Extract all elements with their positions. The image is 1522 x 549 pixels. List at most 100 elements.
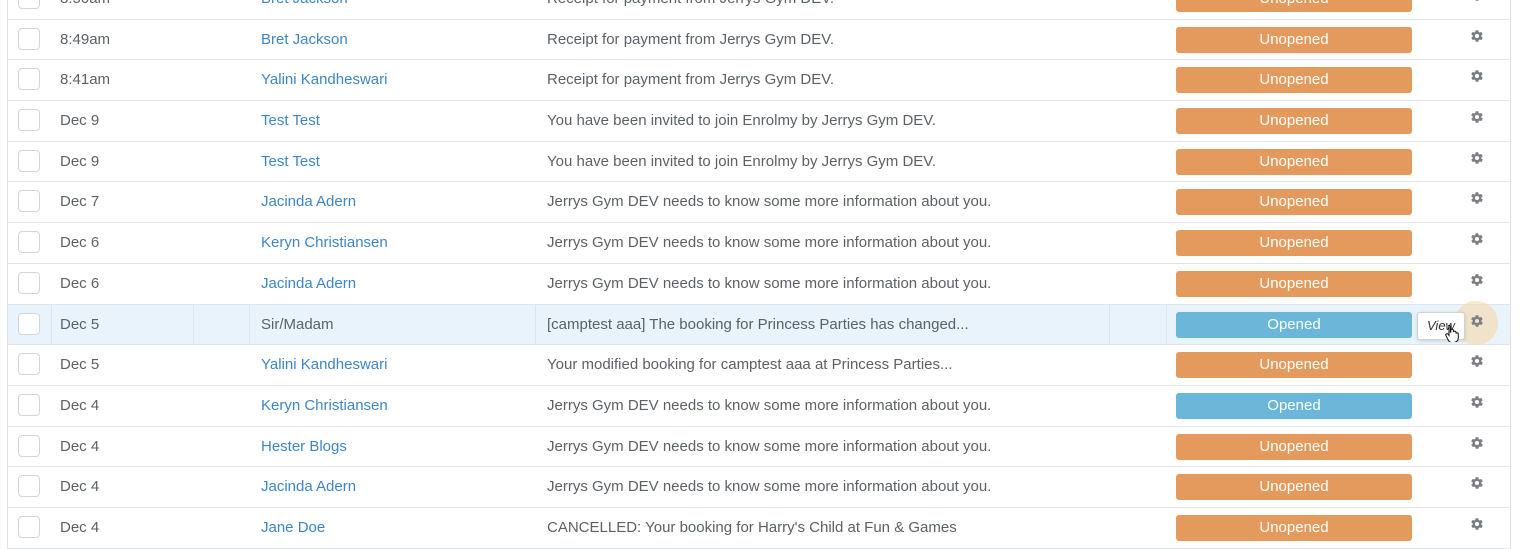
gear-icon[interactable] [1470,0,1486,4]
status-badge: Unopened [1176,148,1412,175]
message-subject: CANCELLED: Your booking for Harry's Chil… [547,518,957,536]
gear-icon[interactable] [1470,191,1486,207]
row-checkbox[interactable] [18,109,40,132]
row-checkbox[interactable] [18,393,40,416]
row-checkbox[interactable] [18,27,40,50]
row-checkbox[interactable] [18,190,40,213]
recipient-name[interactable]: Keryn Christiansen [261,234,388,251]
status-badge: Unopened [1176,0,1412,12]
status-badge: Unopened [1176,108,1412,135]
table-row[interactable]: Dec 6 Jacinda Adern Jerrys Gym DEV needs t… [8,263,1510,305]
table-row[interactable]: Dec 7 Jacinda Adern Jerrys Gym DEV needs t… [8,182,1510,224]
row-date: 8:41am [60,71,111,89]
recipient-name[interactable]: Test Test [261,112,320,129]
table-row[interactable]: Dec 9 Test Test You have been invited to j… [8,141,1510,183]
message-subject: Jerrys Gym DEV needs to know some more i… [547,274,992,292]
table-row[interactable]: 8:49am Bret Jackson Receipt for payment fr… [8,19,1510,61]
row-checkbox[interactable] [18,475,40,498]
gear-icon[interactable] [1470,273,1486,289]
table-row[interactable]: Dec 5 Yalini Kandheswari Your modified boo… [8,345,1510,386]
row-checkbox[interactable] [18,515,40,538]
hand-pointer-icon [1445,324,1459,346]
gear-icon[interactable] [1470,354,1486,370]
recipient-name[interactable]: Test Test [261,153,320,170]
status-badge: Unopened [1176,189,1412,216]
row-checkbox[interactable] [18,149,40,172]
table-row[interactable]: Dec 5 Sir/Madam [camptest aaa] The booking… [8,300,1510,346]
row-date: Dec 4 [60,437,100,455]
status-badge: Unopened [1176,352,1412,379]
row-date: 8:49am [60,30,111,48]
row-date: Dec 4 [60,518,100,536]
status-badge: Unopened [1176,433,1412,460]
status-badge: Unopened [1176,270,1412,297]
table-row[interactable]: 8:50am Bret Jackson Receipt for payment fr… [8,0,1510,20]
recipient-name[interactable]: Hester Blogs [261,438,347,455]
row-checkbox[interactable] [18,231,40,254]
gear-icon[interactable] [1470,69,1486,85]
row-checkbox[interactable] [18,312,40,335]
status-badge: Opened [1176,311,1412,338]
message-subject: You have been invited to join Enrolmy by… [547,152,937,170]
row-date: Dec 6 [60,274,100,292]
recipient-name[interactable]: Bret Jackson [261,0,348,7]
row-checkbox[interactable] [18,434,40,457]
table-row[interactable]: Dec 4 Hester Blogs Jerrys Gym DEV needs to… [8,426,1510,468]
row-checkbox[interactable] [18,0,40,9]
cell-divider [51,304,52,345]
row-checkbox[interactable] [18,271,40,294]
message-subject: Jerrys Gym DEV needs to know some more i… [547,478,992,496]
recipient-name[interactable]: Jane Doe [261,519,325,536]
table-row[interactable]: Dec 9 Test Test You have been invited to j… [8,101,1510,142]
row-checkbox[interactable] [18,68,40,91]
row-date: Dec 9 [60,152,100,170]
recipient-name[interactable]: Bret Jackson [261,31,348,48]
row-date: Dec 6 [60,234,100,252]
cell-divider [249,304,250,345]
row-date: 8:50am [60,0,110,7]
gear-icon[interactable] [1470,395,1486,411]
gear-icon[interactable] [1470,232,1486,248]
row-date: Dec 7 [60,193,100,211]
recipient-name[interactable]: Yalini Kandheswari [261,71,387,88]
recipient-name[interactable]: Jacinda Adern [261,478,356,495]
recipient-name[interactable]: Yalini Kandheswari [261,356,387,373]
message-table: 8:50am Bret Jackson Receipt for payment fr… [7,0,1511,549]
table-row[interactable]: Dec 4 Jacinda Adern Jerrys Gym DEV needs t… [8,467,1510,508]
gear-icon[interactable] [1470,29,1486,45]
row-date: Dec 4 [60,396,100,414]
status-badge: Unopened [1176,514,1412,541]
cell-divider [193,304,194,345]
recipient-name[interactable]: Keryn Christiansen [261,397,388,414]
message-subject: [camptest aaa] The booking for Princess … [547,315,969,333]
row-date: Dec 9 [60,112,100,130]
message-subject: Jerrys Gym DEV needs to know some more i… [547,396,992,414]
cell-divider [1166,304,1167,345]
table-row[interactable]: Dec 6 Keryn Christiansen Jerrys Gym DEV ne… [8,223,1510,264]
row-checkbox[interactable] [18,353,40,376]
status-badge: Unopened [1176,67,1412,94]
table-row[interactable]: Dec 4 Keryn Christiansen Jerrys Gym DEV ne… [8,385,1510,427]
recipient-name: Sir/Madam [261,315,334,333]
gear-icon[interactable] [1470,314,1486,330]
row-date: Dec 5 [60,356,100,374]
gear-icon[interactable] [1470,151,1486,167]
gear-icon[interactable] [1470,436,1486,452]
row-date: Dec 5 [60,315,100,333]
message-subject: Your modified booking for camptest aaa a… [547,356,953,374]
message-subject: Jerrys Gym DEV needs to know some more i… [547,193,992,211]
recipient-name[interactable]: Jacinda Adern [261,193,356,210]
table-row[interactable]: 8:41am Yalini Kandheswari Receipt for paym… [8,60,1510,102]
gear-icon[interactable] [1470,476,1486,492]
message-subject: You have been invited to join Enrolmy by… [547,112,937,130]
recipient-name[interactable]: Jacinda Adern [261,275,356,292]
cell-divider [535,304,536,345]
cell-divider [1109,304,1110,345]
message-subject: Jerrys Gym DEV needs to know some more i… [547,437,992,455]
table-row[interactable]: Dec 4 Jane Doe CANCELLED: Your booking for… [8,507,1510,549]
status-badge: Opened [1176,392,1412,419]
message-subject: Receipt for payment from Jerrys Gym DEV. [547,71,835,89]
gear-icon[interactable] [1470,110,1486,126]
gear-icon[interactable] [1470,517,1486,533]
status-badge: Unopened [1176,26,1412,53]
